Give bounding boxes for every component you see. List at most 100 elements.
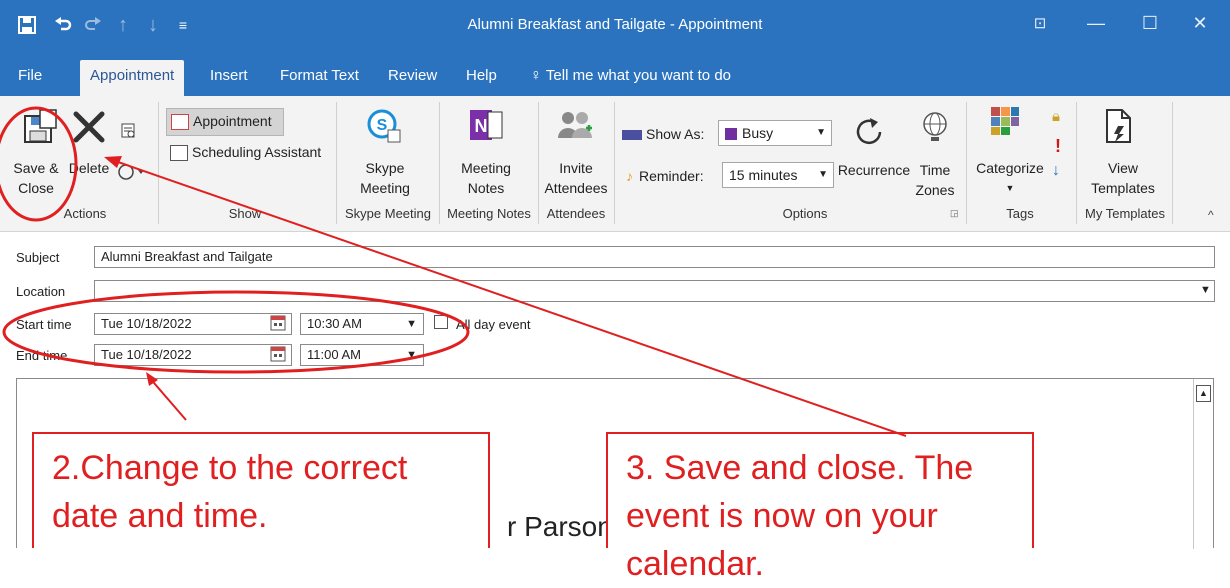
invite-attendees-label-1: Invite — [559, 160, 593, 176]
delete-button[interactable]: Delete — [66, 158, 112, 178]
show-as-select[interactable]: Busy ▼ — [718, 120, 832, 146]
meeting-notes-label-1: Meeting — [461, 160, 511, 176]
close-icon[interactable]: ✕ — [1180, 8, 1220, 38]
reminder-label-wrap: ♪ Reminder: — [626, 166, 704, 186]
svg-text:S: S — [377, 117, 388, 134]
chevron-down-icon: ▼ — [406, 318, 417, 330]
ribbon-separator — [538, 102, 539, 224]
view-templates-label-2: Templates — [1091, 180, 1155, 196]
categorize-label: Categorize — [976, 160, 1044, 176]
skype-meeting-label-2: Meeting — [360, 180, 410, 196]
group-attendees-label: Attendees — [546, 206, 606, 221]
save-close-icon — [22, 108, 60, 151]
show-as-value: Busy — [742, 125, 774, 141]
time-zones-button[interactable]: Time Zones — [912, 160, 958, 200]
callout-step-3: 3. Save and close. The event is now on y… — [606, 432, 1034, 583]
save-close-label-1: Save & — [13, 160, 59, 176]
invite-attendees-icon — [556, 108, 596, 147]
all-day-label: All day event — [456, 317, 531, 332]
recurrence-icon — [852, 116, 886, 155]
ribbon-display-icon[interactable]: ⊡ — [1020, 8, 1060, 38]
chevron-down-icon: ▼ — [1005, 183, 1015, 193]
start-time-value: 10:30 AM — [307, 316, 362, 331]
ribbon-separator — [614, 102, 615, 224]
location-input[interactable] — [94, 280, 1215, 302]
scheduling-assistant-label: Scheduling Assistant — [192, 144, 322, 160]
svg-text:N: N — [475, 116, 488, 136]
tab-format-text[interactable]: Format Text — [270, 60, 369, 96]
ribbon-separator — [1172, 102, 1173, 224]
end-date-input[interactable]: Tue 10/18/2022 — [94, 344, 292, 366]
title-bar: ↑ ↓ ≡ Alumni Breakfast and Tailgate - Ap… — [0, 0, 1230, 52]
chevron-down-icon: ▼ — [816, 127, 826, 138]
view-templates-button[interactable]: View Templates — [1080, 158, 1166, 198]
onenote-icon: N — [468, 106, 504, 149]
chevron-down-icon: ▼ — [406, 349, 417, 361]
group-templates-label: My Templates — [1085, 206, 1165, 221]
more-actions-icon[interactable] — [116, 162, 146, 187]
lightbulb-icon: ♀ — [530, 67, 542, 84]
time-zones-label-1: Time — [919, 162, 951, 178]
reminder-select[interactable]: 15 minutes ▼ — [722, 162, 834, 188]
private-lock-icon[interactable]: 🔒︎ — [1052, 108, 1060, 125]
meeting-notes-label-2: Notes — [467, 180, 505, 196]
scheduling-assistant-button[interactable]: Scheduling Assistant — [166, 142, 328, 162]
invite-attendees-button[interactable]: Invite Attendees — [540, 158, 612, 198]
low-importance-icon[interactable]: ↓ — [1052, 162, 1060, 180]
meeting-notes-button[interactable]: Meeting Notes — [450, 158, 522, 198]
location-label: Location — [16, 284, 66, 299]
end-time-select[interactable]: 11:00 AM ▼ — [300, 344, 424, 366]
tab-help[interactable]: Help — [456, 60, 507, 96]
tab-file[interactable]: File — [8, 60, 52, 96]
group-show-label: Show — [228, 206, 262, 221]
tell-me-text: Tell me what you want to do — [545, 67, 732, 84]
show-as-label-wrap: Show As: — [622, 124, 704, 144]
categorize-icon — [990, 106, 1020, 141]
all-day-checkbox[interactable] — [434, 315, 448, 329]
start-time-select[interactable]: 10:30 AM ▼ — [300, 313, 424, 335]
tab-appointment[interactable]: Appointment — [80, 60, 185, 96]
show-as-icon — [622, 130, 642, 141]
high-importance-icon[interactable]: ! — [1055, 136, 1061, 157]
group-options-label: Options — [782, 206, 828, 221]
group-tags-label: Tags — [1006, 206, 1034, 221]
scheduling-icon — [170, 145, 188, 162]
body-scrollbar[interactable]: ▲ — [1193, 379, 1213, 549]
forward-icon[interactable] — [120, 122, 138, 145]
reminder-value: 15 minutes — [729, 167, 798, 183]
recurrence-button[interactable]: Recurrence — [834, 160, 914, 180]
ribbon-separator — [966, 102, 967, 224]
time-zones-label-2: Zones — [915, 182, 955, 198]
tell-me-box[interactable]: ♀ Tell me what you want to do — [520, 60, 741, 96]
save-close-label-2: Close — [18, 180, 54, 196]
calendar-picker-icon[interactable] — [270, 346, 286, 367]
location-dropdown-icon[interactable]: ▼ — [1200, 284, 1211, 296]
save-close-button[interactable]: Save & Close — [6, 158, 66, 198]
group-notes-label: Meeting Notes — [447, 206, 531, 221]
collapse-ribbon-icon[interactable]: ^ — [1208, 208, 1214, 222]
dialog-launcher-icon[interactable]: ◲ — [950, 208, 959, 219]
minimize-icon[interactable]: — — [1076, 8, 1116, 38]
skype-icon: S — [366, 108, 402, 149]
scroll-up-icon[interactable]: ▲ — [1196, 385, 1211, 402]
start-date-input[interactable]: Tue 10/18/2022 — [94, 313, 292, 335]
busy-color-icon — [725, 128, 737, 141]
callout-step-2: 2.Change to the correct date and time. — [32, 432, 490, 548]
appointment-view-button[interactable]: Appointment — [166, 108, 284, 136]
menu-tabs: File Appointment Insert Format Text Revi… — [0, 52, 1230, 96]
chevron-down-icon: ▼ — [818, 169, 828, 180]
invite-attendees-label-2: Attendees — [544, 180, 608, 196]
reminder-label: Reminder: — [639, 168, 704, 184]
ribbon-separator — [1076, 102, 1077, 224]
tab-insert[interactable]: Insert — [200, 60, 258, 96]
maximize-icon[interactable]: ☐ — [1130, 8, 1170, 38]
globe-icon — [920, 110, 950, 149]
categorize-button[interactable]: Categorize ▼ — [968, 158, 1052, 198]
skype-meeting-button[interactable]: Skype Meeting — [350, 158, 420, 198]
calendar-picker-icon[interactable] — [270, 315, 286, 336]
group-skype-label: Skype Meeting — [345, 206, 431, 221]
tab-review[interactable]: Review — [378, 60, 447, 96]
start-time-label: Start time — [16, 317, 72, 332]
subject-input[interactable]: Alumni Breakfast and Tailgate — [94, 246, 1215, 268]
bell-icon: ♪ — [626, 168, 633, 184]
